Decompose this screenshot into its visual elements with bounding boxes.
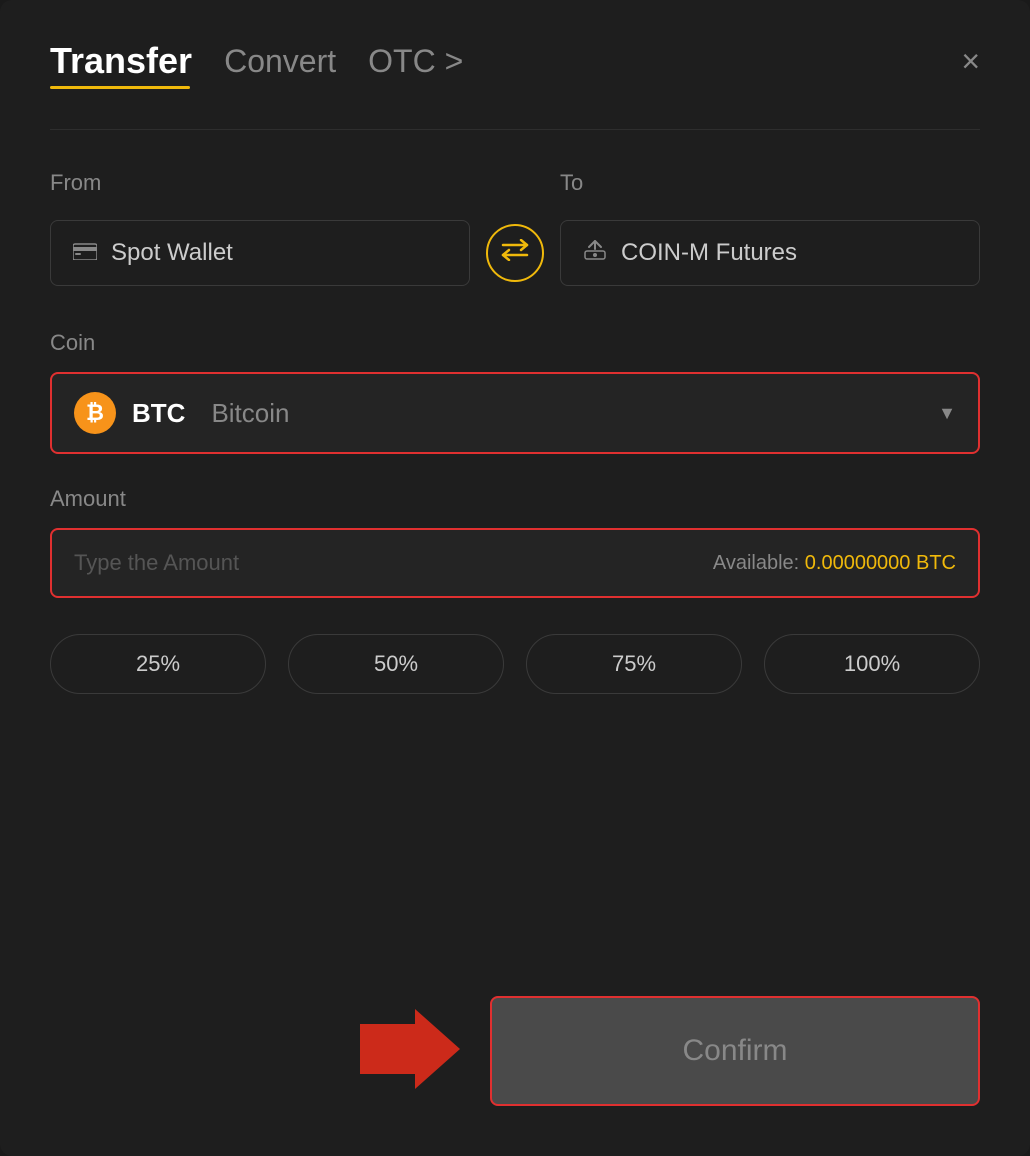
amount-section: Amount Type the Amount Available: 0.0000… xyxy=(50,486,980,598)
transfer-modal: Transfer Convert OTC > × From To Spot W xyxy=(0,0,1030,1156)
header-divider xyxy=(50,129,980,130)
amount-label: Amount xyxy=(50,486,980,512)
from-to-labels: From To xyxy=(50,170,980,212)
pct-100-button[interactable]: 100% xyxy=(764,634,980,694)
chevron-down-icon: ▼ xyxy=(938,403,956,424)
coin-name: Bitcoin xyxy=(211,398,289,429)
btc-icon: ₿ xyxy=(86,400,104,426)
tab-otc[interactable]: OTC > xyxy=(368,43,463,80)
amount-input-box: Type the Amount Available: 0.00000000 BT… xyxy=(50,528,980,598)
amount-placeholder[interactable]: Type the Amount xyxy=(74,550,713,576)
modal-header: Transfer Convert OTC > × xyxy=(50,40,980,82)
available-value: 0.00000000 BTC xyxy=(805,552,956,574)
swap-icon xyxy=(501,239,529,268)
from-label: From xyxy=(50,170,470,196)
btc-logo: ₿ xyxy=(74,392,116,434)
bottom-section: Confirm xyxy=(50,976,980,1106)
pct-75-button[interactable]: 75% xyxy=(526,634,742,694)
to-label: To xyxy=(560,170,980,196)
percentage-row: 25% 50% 75% 100% xyxy=(50,634,980,694)
wallet-row: Spot Wallet xyxy=(50,220,980,286)
available-text: Available: 0.00000000 BTC xyxy=(713,552,956,575)
coin-section: Coin ₿ BTC Bitcoin ▼ xyxy=(50,330,980,454)
wallet-card-icon xyxy=(73,240,97,266)
to-wallet-label: COIN-M Futures xyxy=(621,239,797,267)
to-wallet-selector[interactable]: COIN-M Futures xyxy=(560,220,980,286)
coin-label: Coin xyxy=(50,330,980,356)
arrow-indicator xyxy=(360,1009,460,1094)
coin-ticker: BTC xyxy=(132,398,185,429)
tab-transfer[interactable]: Transfer xyxy=(50,40,192,82)
tab-active-indicator xyxy=(50,86,190,89)
coin-selector-dropdown[interactable]: ₿ BTC Bitcoin ▼ xyxy=(50,372,980,454)
available-label: Available: xyxy=(713,552,799,574)
pct-50-button[interactable]: 50% xyxy=(288,634,504,694)
close-button[interactable]: × xyxy=(961,45,980,77)
futures-icon xyxy=(583,239,607,267)
from-wallet-label: Spot Wallet xyxy=(111,239,233,267)
swap-button[interactable] xyxy=(486,224,544,282)
from-wallet-selector[interactable]: Spot Wallet xyxy=(50,220,470,286)
confirm-button[interactable]: Confirm xyxy=(490,996,980,1106)
pct-25-button[interactable]: 25% xyxy=(50,634,266,694)
tab-convert[interactable]: Convert xyxy=(224,43,336,80)
